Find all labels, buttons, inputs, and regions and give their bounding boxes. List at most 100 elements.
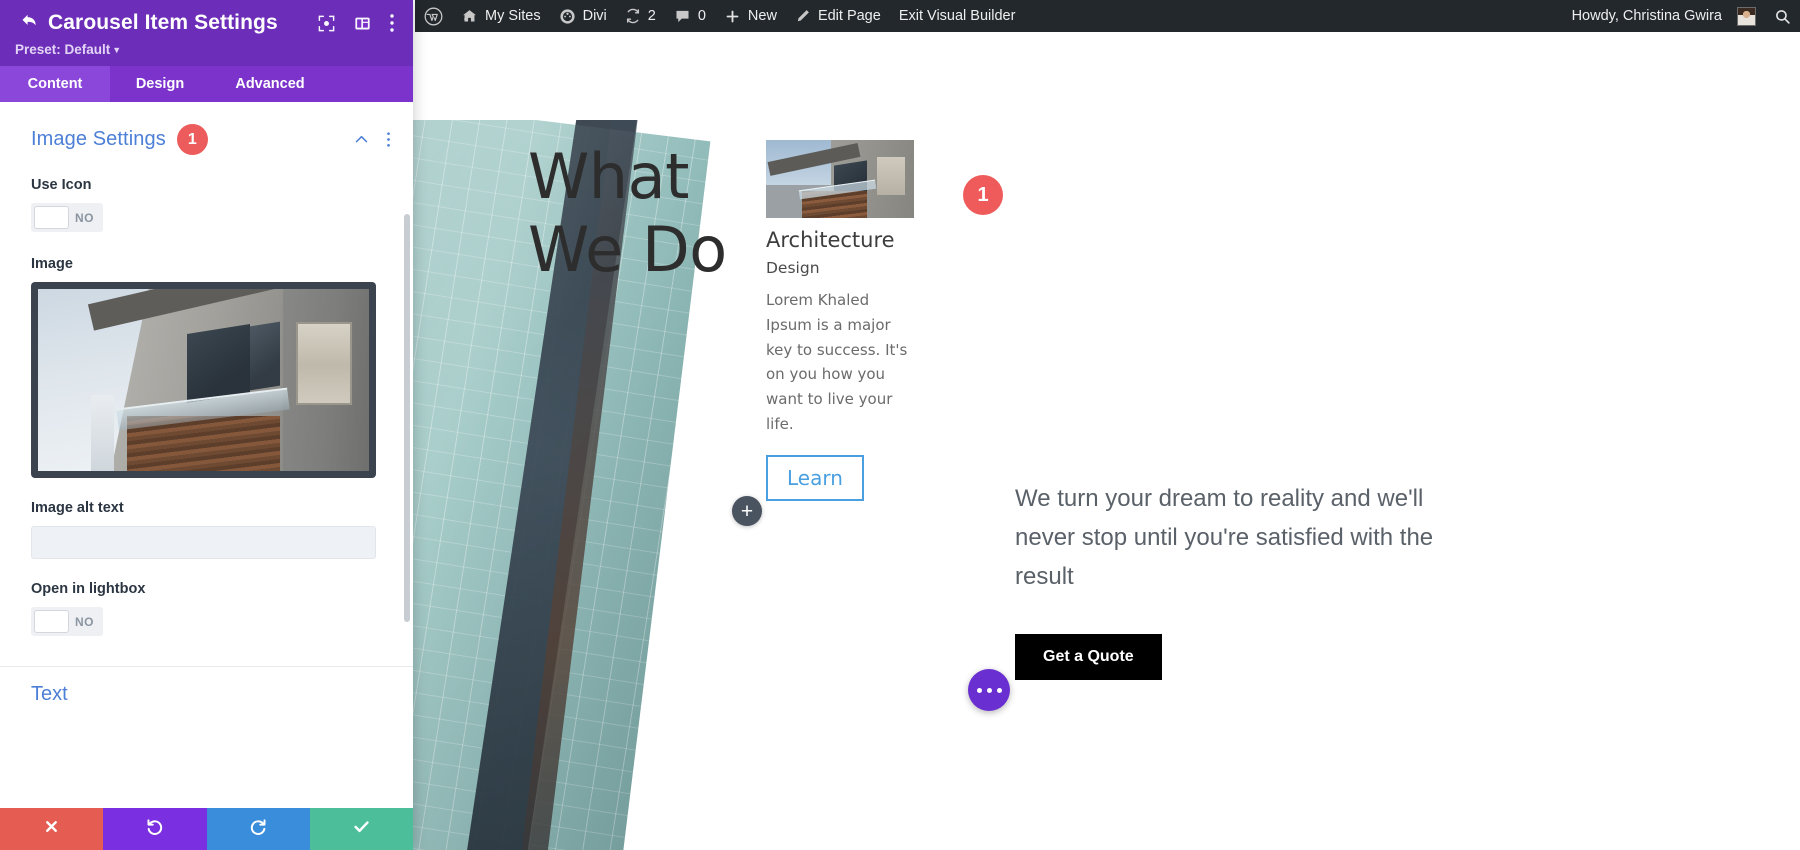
image-settings-section-header[interactable]: Image Settings 1: [0, 102, 413, 155]
undo-button[interactable]: [103, 808, 207, 850]
ellipsis-icon-dot-2: [986, 687, 992, 693]
my-sites-icon: [461, 8, 478, 25]
panel-scroll-area: Image Settings 1 Use Icon NO Image Image…: [0, 102, 413, 706]
chevron-up-icon[interactable]: [353, 131, 370, 148]
card-photo-window-2: [877, 157, 906, 195]
adminbar-account[interactable]: Howdy, Christina Gwira: [1563, 0, 1800, 32]
image-upload-preview[interactable]: [31, 282, 376, 478]
section-header-icons: [353, 131, 399, 148]
open-in-lightbox-toggle[interactable]: NO: [31, 607, 103, 636]
back-arrow-icon: [19, 10, 40, 36]
tab-advanced[interactable]: Advanced: [210, 66, 330, 102]
close-icon: [43, 818, 60, 840]
carousel-item-image[interactable]: [766, 140, 914, 218]
ellipsis-icon-dot-1: [976, 687, 982, 693]
back-button[interactable]: [14, 10, 44, 36]
redo-icon: [249, 817, 268, 841]
panel-body: Image Settings 1 Use Icon NO Image Image…: [0, 102, 413, 808]
adminbar-wordpress-logo[interactable]: [415, 0, 452, 32]
adminbar-divi[interactable]: Divi: [550, 0, 616, 32]
photo-window-a: [186, 324, 250, 404]
save-button[interactable]: [309, 808, 413, 850]
image-alt-text-label: Image alt text: [31, 500, 124, 516]
section-title: Image Settings: [31, 128, 166, 150]
adminbar-search[interactable]: [1765, 0, 1800, 32]
field-image-alt-text: Image alt text: [0, 500, 413, 559]
panel-header-row: Carousel Item Settings: [14, 10, 399, 36]
image-alt-text-input[interactable]: [31, 526, 376, 559]
divi-icon: [559, 8, 576, 25]
next-section-title[interactable]: Text: [0, 667, 413, 706]
section-badge: 1: [176, 124, 208, 155]
adminbar-howdy-label: Howdy, Christina Gwira: [1571, 7, 1722, 24]
wp-admin-bar: My Sites Divi 2 0 New Edit Page Exit Vis…: [415, 0, 1800, 32]
adminbar-edit-page[interactable]: Edit Page: [786, 0, 890, 32]
use-icon-toggle[interactable]: NO: [31, 203, 103, 232]
undo-icon: [145, 817, 164, 841]
ellipsis-icon-dot-3: [996, 687, 1002, 693]
image-label: Image: [31, 256, 73, 272]
photo-vertical-sliver: [90, 394, 115, 471]
adminbar-howdy[interactable]: Howdy, Christina Gwira: [1563, 0, 1765, 32]
open-in-lightbox-label: Open in lightbox: [31, 581, 146, 597]
adminbar-my-sites-label: My Sites: [485, 7, 541, 24]
add-module-button[interactable]: +: [732, 496, 762, 526]
module-settings-panel: Carousel Item Settings Preset: Default ▼…: [0, 0, 413, 850]
visual-builder-canvas: What We Do 1 Architecture Design Lorem K…: [413, 32, 1800, 850]
use-icon-toggle-value: NO: [75, 210, 94, 225]
preset-selector[interactable]: Preset: Default ▼: [15, 42, 399, 57]
tab-content[interactable]: Content: [0, 66, 110, 102]
search-icon: [1774, 8, 1791, 25]
get-a-quote-button[interactable]: Get a Quote: [1015, 633, 1162, 680]
adminbar-exit-visual-builder[interactable]: Exit Visual Builder: [890, 0, 1025, 32]
focus-target-icon[interactable]: [317, 14, 336, 33]
pencil-icon: [795, 8, 811, 24]
carousel-item-card[interactable]: 1 Architecture Design Lorem Khaled Ipsum…: [766, 140, 1003, 501]
section-kebab-menu-icon[interactable]: [386, 131, 391, 148]
avatar: [1737, 6, 1756, 26]
panel-header-icons: [317, 13, 399, 33]
field-image: Image: [0, 256, 413, 478]
field-open-in-lightbox: Open in lightbox NO: [0, 581, 413, 638]
headline-line-2: We Do: [528, 213, 727, 287]
use-icon-toggle-knob: [34, 206, 69, 229]
photo-window-c: [296, 321, 353, 406]
chevron-down-icon: ▼: [112, 45, 122, 55]
promo-text[interactable]: We turn your dream to reality and we'll …: [1015, 480, 1445, 597]
panel-title: Carousel Item Settings: [48, 11, 278, 34]
carousel-item-body[interactable]: Lorem Khaled Ipsum is a major key to suc…: [766, 288, 916, 437]
cancel-button[interactable]: [0, 808, 104, 850]
panel-footer: [0, 808, 413, 850]
learn-button[interactable]: Learn: [766, 454, 864, 501]
adminbar-comments[interactable]: 0: [665, 0, 715, 32]
carousel-item-title[interactable]: Architecture: [766, 228, 926, 252]
adminbar-new[interactable]: New: [715, 0, 786, 32]
updates-icon: [625, 8, 641, 24]
layout-columns-icon[interactable]: [353, 14, 372, 33]
redo-button[interactable]: [206, 808, 310, 850]
adminbar-my-sites[interactable]: My Sites: [452, 0, 550, 32]
check-icon: [352, 817, 371, 841]
field-use-icon: Use Icon NO: [0, 177, 413, 234]
adminbar-comments-count: 0: [697, 7, 706, 24]
open-in-lightbox-toggle-value: NO: [75, 614, 94, 629]
adminbar-updates-count: 2: [647, 7, 656, 24]
tab-design[interactable]: Design: [110, 66, 210, 102]
page-headline[interactable]: What We Do: [528, 140, 727, 286]
panel-header: Carousel Item Settings Preset: Default ▼: [0, 0, 413, 66]
comments-icon: [674, 8, 691, 25]
panel-tabs: Content Design Advanced: [0, 66, 413, 102]
plus-icon: [724, 8, 741, 25]
image-preview-inner: [38, 289, 369, 471]
preset-label: Preset: Default: [15, 42, 111, 57]
use-icon-label: Use Icon: [31, 177, 92, 193]
architecture-building-photo: [38, 289, 369, 471]
divi-floating-menu-button[interactable]: [968, 669, 1010, 711]
adminbar-divi-label: Divi: [582, 7, 607, 24]
adminbar-exit-visual-builder-label: Exit Visual Builder: [898, 7, 1016, 24]
adminbar-new-label: New: [747, 7, 777, 24]
panel-scrollbar-thumb[interactable]: [404, 214, 410, 622]
adminbar-updates[interactable]: 2: [616, 0, 665, 32]
carousel-item-subtitle[interactable]: Design: [766, 259, 926, 277]
kebab-menu-icon[interactable]: [389, 13, 395, 33]
